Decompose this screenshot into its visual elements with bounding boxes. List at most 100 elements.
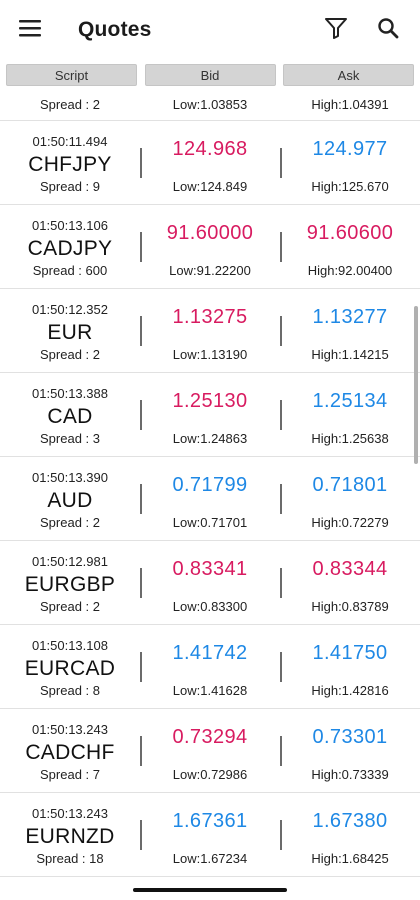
ask-cell: 1.67380 High:1.68425 — [280, 793, 420, 876]
column-divider — [280, 736, 282, 766]
high-text: High:92.00400 — [307, 262, 393, 278]
script-cell: 01:50:13.108 EURCAD Spread : 8 — [0, 625, 140, 708]
low-text: Low:0.71701 — [172, 514, 248, 530]
quote-row[interactable]: 01:50:11.494 CHFJPY Spread : 9 124.968 L… — [0, 121, 420, 205]
spread-text: Spread : 7 — [40, 766, 100, 782]
search-icon — [377, 17, 399, 44]
bid-cell: 1.25130 Low:1.24863 — [140, 373, 280, 456]
bid-cell: 1.13275 Low:1.13190 — [140, 289, 280, 372]
high-text: High:125.670 — [311, 178, 389, 194]
symbol-name: EUR — [47, 320, 93, 344]
ask-cell: 0.83344 High:0.83789 — [280, 541, 420, 624]
menu-icon — [19, 19, 41, 42]
high-text: High:1.04391 — [311, 96, 389, 112]
bid-column-header[interactable]: Bid — [144, 64, 276, 86]
spread-text: Spread : 600 — [32, 262, 108, 278]
column-divider — [280, 316, 282, 346]
quote-row[interactable]: 01:50:13.243 EURNZD Spread : 18 1.67361 … — [0, 793, 420, 877]
ask-cell: 91.60600 High:92.00400 — [280, 205, 420, 288]
ask-cell: High:1.04391 — [280, 97, 420, 112]
spread-text: Spread : 8 — [40, 682, 100, 698]
symbol-name: CADCHF — [25, 740, 115, 764]
ask-price: 1.67380 — [312, 809, 388, 832]
ask-column-header[interactable]: Ask — [283, 64, 414, 86]
bid-price: 0.83341 — [172, 557, 248, 580]
bid-cell: 1.41742 Low:1.41628 — [140, 625, 280, 708]
column-divider — [140, 232, 142, 262]
high-text: High:1.14215 — [311, 346, 389, 362]
bid-cell: 124.968 Low:124.849 — [140, 121, 280, 204]
quote-row[interactable]: 01:50:13.106 CADJPY Spread : 600 91.6000… — [0, 205, 420, 289]
page-title: Quotes — [78, 18, 152, 41]
column-divider — [280, 484, 282, 514]
quote-row[interactable]: 01:50:13.388 CAD Spread : 3 1.25130 Low:… — [0, 373, 420, 457]
low-text: Low:1.41628 — [172, 682, 248, 698]
bid-cell: 0.83341 Low:0.83300 — [140, 541, 280, 624]
search-button[interactable] — [366, 8, 410, 52]
ask-price: 0.73301 — [312, 725, 388, 748]
quote-rows: 01:50:11.494 CHFJPY Spread : 9 124.968 L… — [0, 121, 420, 877]
low-text: Low:0.72986 — [172, 766, 248, 782]
bid-price: 91.60000 — [166, 221, 254, 244]
app-bar-actions — [306, 0, 410, 60]
spread-text: Spread : 2 — [40, 598, 100, 614]
quote-time: 01:50:12.352 — [32, 301, 108, 317]
script-cell: 01:50:13.106 CADJPY Spread : 600 — [0, 205, 140, 288]
bid-price: 0.71799 — [172, 473, 248, 496]
symbol-name: EURNZD — [25, 824, 115, 848]
bid-cell: Low:1.03853 — [140, 97, 280, 112]
quote-row[interactable]: 01:50:12.352 EUR Spread : 2 1.13275 Low:… — [0, 289, 420, 373]
column-divider — [140, 820, 142, 850]
spread-text: Spread : 2 — [40, 346, 100, 362]
low-text: Low:0.83300 — [172, 598, 248, 614]
ask-cell: 1.25134 High:1.25638 — [280, 373, 420, 456]
script-cell: 01:50:13.243 CADCHF Spread : 7 — [0, 709, 140, 792]
low-text: Low:91.22200 — [169, 262, 251, 278]
column-divider — [280, 820, 282, 850]
quote-time: 01:50:11.494 — [32, 133, 108, 149]
quotes-screen: Quotes Script Bid Ask Spread: 2 Low:1.0… — [0, 0, 420, 900]
script-cell: 01:50:12.981 EURGBP Spread : 2 — [0, 541, 140, 624]
bid-price: 1.67361 — [172, 809, 248, 832]
script-cell: 01:50:13.390 AUD Spread : 2 — [0, 457, 140, 540]
symbol-name: CAD — [47, 404, 93, 428]
ask-price: 1.41750 — [312, 641, 388, 664]
filter-icon — [324, 17, 348, 44]
bid-cell: 1.67361 Low:1.67234 — [140, 793, 280, 876]
ask-price: 0.71801 — [312, 473, 388, 496]
spread-text: Spread : 2 — [40, 514, 100, 530]
high-text: High:0.73339 — [311, 766, 389, 782]
quote-time: 01:50:12.981 — [32, 553, 108, 569]
list-scrollbar[interactable] — [414, 306, 418, 464]
ask-price: 124.977 — [312, 137, 388, 160]
spread-text: Spread : 9 — [40, 178, 100, 194]
column-divider — [140, 652, 142, 682]
high-text: High:0.83789 — [311, 598, 389, 614]
column-header-row: Script Bid Ask — [0, 64, 420, 88]
high-text: High:0.72279 — [311, 514, 389, 530]
low-text: Low:124.849 — [172, 178, 248, 194]
low-text: Low:1.24863 — [172, 430, 248, 446]
ask-price: 1.25134 — [312, 389, 388, 412]
ask-cell: 0.71801 High:0.72279 — [280, 457, 420, 540]
partial-quote-row[interactable]: Spread : 2 Low:1.03853 High:1.04391 — [0, 88, 420, 121]
bid-price: 1.13275 — [172, 305, 248, 328]
high-text: High:1.42816 — [311, 682, 389, 698]
filter-button[interactable] — [314, 8, 358, 52]
quote-row[interactable]: 01:50:12.981 EURGBP Spread : 2 0.83341 L… — [0, 541, 420, 625]
column-divider — [280, 232, 282, 262]
quote-row[interactable]: 01:50:13.108 EURCAD Spread : 8 1.41742 L… — [0, 625, 420, 709]
symbol-name: EURGBP — [24, 572, 116, 596]
column-divider — [140, 484, 142, 514]
bid-cell: 0.71799 Low:0.71701 — [140, 457, 280, 540]
script-cell: Spread : 2 — [0, 97, 140, 112]
ask-cell: 0.73301 High:0.73339 — [280, 709, 420, 792]
quotes-list[interactable]: Spread : 2 Low:1.03853 High:1.04391 01:5… — [0, 88, 420, 888]
quote-time: 01:50:13.243 — [32, 805, 108, 821]
menu-button[interactable] — [0, 0, 60, 60]
column-divider — [280, 568, 282, 598]
quote-row[interactable]: 01:50:13.390 AUD Spread : 2 0.71799 Low:… — [0, 457, 420, 541]
home-indicator[interactable] — [133, 888, 287, 892]
script-column-header[interactable]: Script — [6, 64, 137, 86]
quote-row[interactable]: 01:50:13.243 CADCHF Spread : 7 0.73294 L… — [0, 709, 420, 793]
